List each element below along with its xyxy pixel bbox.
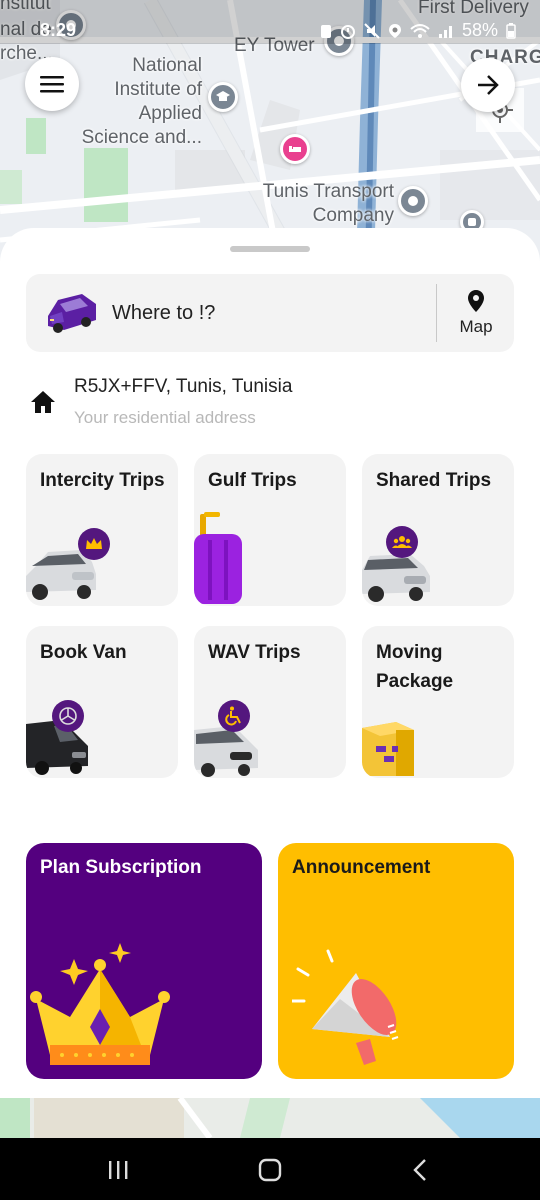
notification-icon [320, 24, 331, 38]
tile-title: Book Van [40, 642, 127, 663]
home-nav-button[interactable] [240, 1152, 300, 1188]
search-placeholder[interactable]: Where to !? [112, 302, 215, 325]
tile-gulf-trips[interactable]: Gulf Trips [194, 454, 346, 606]
tile-moving-package[interactable]: Moving Package [362, 626, 514, 778]
status-bar: 8:29 58% [0, 0, 540, 44]
forward-button[interactable] [461, 58, 515, 112]
plan-subscription-card[interactable]: Plan Subscription [26, 843, 262, 1079]
home-address-row[interactable]: R5JX+FFV, Tunis, Tunisia Your residentia… [26, 374, 514, 434]
mercedes-icon [52, 700, 84, 732]
card-title: Announcement [292, 857, 431, 878]
tile-title: Shared Trips [376, 470, 492, 491]
crown-illustration-icon [30, 943, 170, 1065]
map-bottom-strip [0, 1098, 540, 1138]
location-pin-icon [468, 290, 484, 312]
status-time: 8:29 [40, 20, 77, 40]
announcement-card[interactable]: Announcement [278, 843, 514, 1079]
recent-apps-icon [109, 1161, 128, 1179]
status-icons: 58% [320, 20, 516, 41]
menu-button[interactable] [25, 57, 79, 111]
map-background [0, 1098, 540, 1138]
location-icon [388, 23, 401, 38]
megaphone-icon [292, 949, 399, 1065]
map-label: Tunis Transport Company [262, 181, 394, 226]
home-icon [31, 391, 55, 413]
tile-shared-trips[interactable]: Shared Trips [362, 454, 514, 606]
crown-icon [78, 528, 110, 560]
suitcase-icon [194, 512, 242, 604]
home-nav-icon [258, 1158, 282, 1182]
search-bar[interactable]: Where to !? Map [26, 274, 514, 352]
tile-title: Intercity Trips [40, 470, 165, 491]
back-icon [413, 1159, 426, 1181]
divider [436, 284, 437, 342]
tile-title: Moving Package [376, 642, 454, 692]
home-address: R5JX+FFV, Tunis, Tunisia [74, 376, 293, 397]
battery-percentage: 58% [461, 20, 498, 40]
white-suv-icon [26, 550, 96, 600]
system-navigation-bar [0, 1138, 540, 1200]
group-icon [386, 526, 418, 558]
wheelchair-icon [218, 700, 250, 732]
back-button[interactable] [390, 1152, 450, 1188]
wifi-icon [410, 23, 430, 38]
school-pin-icon[interactable] [208, 82, 238, 112]
hotel-pin-icon[interactable] [280, 134, 310, 164]
card-title: Plan Subscription [40, 857, 202, 878]
alarm-icon [340, 24, 355, 39]
battery-icon [506, 22, 516, 39]
mute-icon [364, 22, 380, 39]
map-button[interactable]: Map [438, 274, 514, 352]
map-button-label: Map [459, 317, 493, 336]
box-icon [362, 722, 414, 776]
hamburger-menu-icon [40, 76, 64, 93]
transit-pin-icon[interactable] [398, 186, 428, 216]
tile-book-van[interactable]: Book Van [26, 626, 178, 778]
tile-title: Gulf Trips [208, 470, 297, 491]
recent-apps-button[interactable] [88, 1152, 148, 1188]
drag-handle[interactable] [230, 246, 310, 252]
tile-wav-trips[interactable]: WAV Trips [194, 626, 346, 778]
signal-icon [438, 25, 452, 38]
tile-intercity-trips[interactable]: Intercity Trips [26, 454, 178, 606]
arrow-right-icon [478, 75, 499, 95]
home-address-subtitle: Your residential address [74, 408, 256, 427]
car-icon [48, 294, 96, 333]
bottom-sheet: Where to !? Map R5JX+FFV, Tunis, Tunisia… [0, 228, 540, 1098]
map-label: National Institute of Applied Science an… [81, 55, 202, 148]
tile-title: WAV Trips [208, 642, 301, 663]
